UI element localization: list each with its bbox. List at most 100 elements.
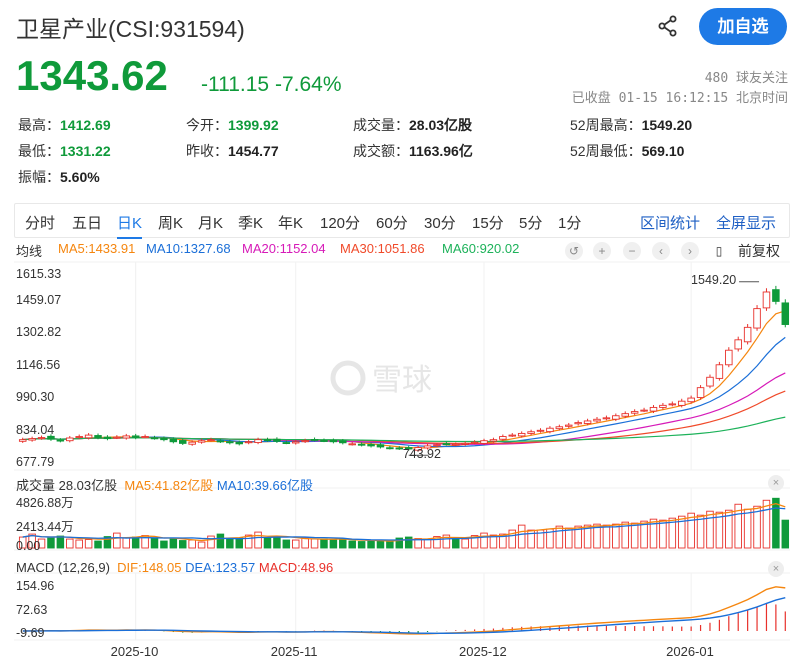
volume-bar: [320, 538, 328, 549]
macd-label: MACD (12,26,9): [16, 560, 110, 575]
candle: [546, 427, 554, 433]
candle: [696, 387, 705, 398]
macd-value: MACD:48.96: [258, 560, 334, 575]
volume-bar: [630, 522, 639, 549]
volume-bar: [706, 510, 714, 549]
volume-bar: [226, 537, 234, 549]
volume-bar: [310, 538, 319, 549]
volume-bar: [188, 539, 196, 549]
candle: [216, 440, 225, 443]
candle: [103, 436, 112, 440]
candle: [291, 441, 300, 444]
candle: [94, 435, 102, 439]
candle: [772, 289, 780, 302]
volume-bar: [602, 524, 611, 549]
volume-bar: [75, 539, 83, 549]
volume-bar: [301, 537, 309, 549]
volume-axis-label: 4826.88万: [16, 496, 74, 510]
candle: [687, 397, 695, 403]
volume-bar: [282, 539, 291, 549]
volume-bar: [555, 525, 564, 549]
volume-bar: [122, 537, 131, 549]
dif-line: [22, 586, 786, 635]
candle: [461, 442, 469, 445]
candle: [244, 441, 253, 444]
candle: [659, 404, 667, 408]
candle: [452, 443, 460, 446]
volume-bar: [772, 497, 780, 549]
volume-bar: [179, 540, 187, 549]
price-axis-label: 990.30: [16, 390, 55, 404]
candle: [499, 436, 507, 440]
candle: [131, 435, 140, 439]
candle: [169, 438, 178, 443]
price-axis-label: 1615.33: [16, 267, 62, 281]
volume-axis-label: 0.00: [16, 539, 41, 553]
volume-bar: [56, 535, 65, 549]
volume-bar: [565, 527, 573, 549]
candle: [612, 415, 620, 420]
volume-bar: [659, 519, 667, 549]
candle: [207, 439, 215, 442]
candle: [188, 441, 196, 445]
watermark-logo-icon: [330, 360, 366, 396]
volume-bar: [113, 532, 121, 549]
candle: [301, 440, 309, 443]
volume-bar: [743, 508, 752, 549]
candle: [141, 436, 149, 438]
watermark-text: 雪球: [372, 363, 432, 398]
candle: [56, 439, 65, 442]
candle: [320, 440, 328, 442]
price-axis-label: 834.04: [16, 422, 55, 437]
macd-axis-label: 72.63: [16, 603, 48, 617]
candle: [593, 418, 601, 422]
volume-bar: [348, 540, 356, 549]
volume-bar: [263, 537, 272, 549]
candle: [480, 440, 488, 444]
close-macd-icon[interactable]: ×: [768, 561, 784, 577]
candle: [357, 443, 366, 446]
candle: [348, 443, 356, 446]
x-axis-label: 2025-10: [110, 644, 159, 659]
candle: [442, 443, 451, 446]
price-axis-label: 1459.07: [16, 292, 62, 307]
candle: [583, 420, 592, 424]
candle: [565, 424, 573, 427]
candle: [555, 426, 564, 430]
high-annotation: 1549.20: [691, 272, 737, 287]
candle: [28, 438, 36, 441]
candle: [715, 364, 724, 379]
price-axis-label: 1302.82: [16, 324, 62, 339]
candle: [339, 440, 347, 444]
volume-bar: [781, 519, 790, 549]
close-volume-icon[interactable]: ×: [768, 475, 784, 491]
candle: [386, 447, 394, 450]
candle: [235, 441, 243, 445]
volume-bar: [376, 540, 385, 549]
candle: [433, 444, 441, 447]
candle: [254, 439, 262, 444]
candle: [668, 403, 677, 406]
candle: [574, 422, 582, 425]
candle: [47, 435, 55, 440]
dea-line: [22, 596, 786, 634]
volume-bar: [150, 537, 159, 549]
x-axis-label: 2025-12: [459, 644, 507, 659]
macd-axis-label: 154.96: [16, 579, 55, 593]
low-annotation: 743.92: [402, 447, 441, 462]
volume-bar: [480, 532, 488, 549]
candle: [470, 441, 479, 444]
candle: [536, 429, 545, 432]
volume-axis-label: 2413.44万: [16, 520, 74, 534]
candle: [489, 439, 498, 442]
volume-bar: [197, 541, 206, 549]
candle: [197, 440, 206, 443]
candle: [527, 431, 535, 434]
candle: [122, 435, 131, 439]
candle: [329, 440, 338, 443]
volume-bar: [216, 533, 225, 549]
candle: [602, 417, 611, 420]
candle: [706, 376, 714, 387]
volume-bar: [762, 499, 771, 549]
candle: [310, 439, 319, 441]
